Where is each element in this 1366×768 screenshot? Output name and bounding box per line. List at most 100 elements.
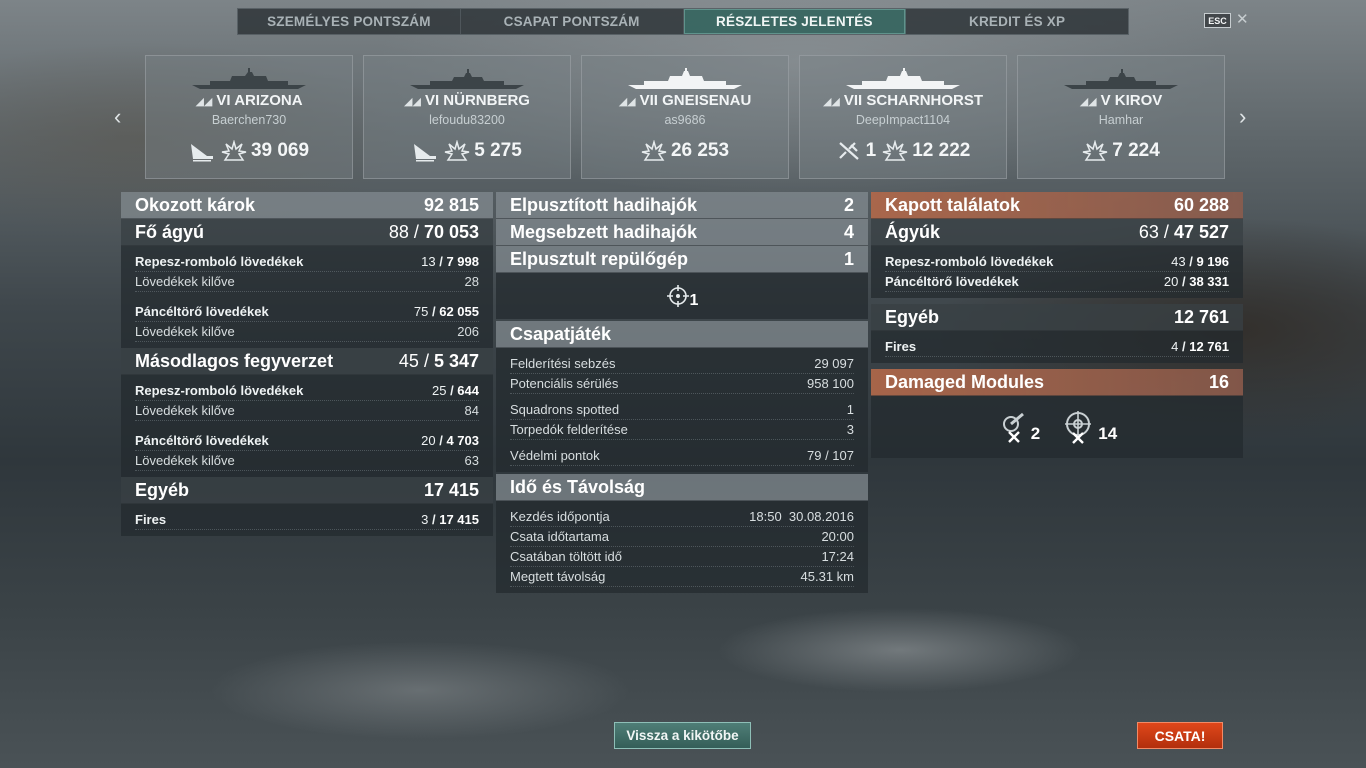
module-count: 2 bbox=[1030, 424, 1041, 443]
time-distance-header: Idő és Távolság bbox=[496, 474, 868, 501]
other-received-block: Fires 4 / 12 761 bbox=[871, 331, 1243, 363]
card-stats: 5 275 bbox=[364, 140, 570, 162]
ship-tier: V bbox=[1100, 92, 1111, 109]
player-name: Baerchen730 bbox=[211, 113, 287, 127]
ship-silhouette-icon bbox=[192, 68, 306, 89]
damage-value: 5 275 bbox=[474, 140, 522, 161]
explosion-icon bbox=[221, 140, 247, 161]
damage-received-panel: Kapott találatok 60 288 Ágyúk 63 / 47 52… bbox=[871, 192, 1243, 458]
explosion-icon bbox=[883, 140, 908, 161]
ship-name-text: ARIZONA bbox=[234, 92, 303, 109]
ships-destroyed-header: Elpusztított hadihajók 2 bbox=[496, 192, 868, 219]
damage-dealt-header: Okozott károk 92 815 bbox=[121, 192, 493, 219]
ship-silhouette-icon bbox=[846, 68, 960, 89]
damage-value: 7 224 bbox=[1112, 140, 1160, 161]
chevron-left-icon[interactable]: ‹ bbox=[114, 104, 121, 130]
steering-module-icon bbox=[1065, 411, 1092, 444]
stat-row: Páncéltörő lövedékek 20 / 38 331 bbox=[885, 272, 1229, 292]
damaged-modules-header: Damaged Modules 16 bbox=[871, 369, 1243, 396]
battle-button[interactable]: CSATA! bbox=[1137, 722, 1223, 749]
tab-team-score[interactable]: CSAPAT PONTSZÁM bbox=[461, 9, 684, 34]
damage-dealt-panel: Okozott károk 92 815 Fő ágyú 88 / 70 053… bbox=[121, 192, 493, 536]
stat-row: Megtett távolság 45.31 km bbox=[510, 567, 854, 587]
explosion-icon bbox=[1083, 140, 1108, 161]
kills-value: 1 bbox=[865, 140, 877, 161]
damage-value: 39 069 bbox=[250, 140, 310, 161]
ship-silhouette-icon bbox=[1064, 69, 1178, 89]
secondary-header: Másodlagos fegyverzet 45 / 5 347 bbox=[121, 348, 493, 375]
ship-card-list: ◢◢ VI ARIZONA Baerchen730 39 069 ◢◢ VI NÜR… bbox=[145, 55, 1225, 179]
ship-tier: VI bbox=[216, 92, 231, 109]
card-stats: 39 069 bbox=[146, 140, 352, 162]
tab-personal-score[interactable]: SZEMÉLYES PONTSZÁM bbox=[238, 9, 461, 34]
stat-row: Repesz-romboló lövedékek 43 / 9 196 bbox=[885, 252, 1229, 272]
ship-card[interactable]: ◢◢ VI NÜRNBERG lefoudu83200 5 275 bbox=[363, 55, 571, 179]
explosion-icon bbox=[445, 140, 470, 161]
ships-damaged-header: Megsebzett hadihajók 4 bbox=[496, 219, 868, 246]
ship-class-icon: ◢◢ bbox=[195, 96, 213, 108]
card-stats: 26 253 bbox=[582, 140, 788, 162]
other-received-header: Egyéb 12 761 bbox=[871, 304, 1243, 331]
plane-kill-icon bbox=[838, 142, 859, 160]
ship-class-icon: ◢◢ bbox=[1079, 96, 1097, 108]
ship-name: ◢◢ VII SCHARNHORST bbox=[800, 92, 1006, 109]
planes-destroyed-header: Elpusztult repülőgép 1 bbox=[496, 246, 868, 273]
planes-destroyed-block: 1 bbox=[496, 273, 868, 319]
module-count: 14 bbox=[1098, 424, 1118, 443]
damaged-modules-block: 2 14 bbox=[871, 396, 1243, 458]
back-to-port-button[interactable]: Vissza a kikötőbe bbox=[614, 722, 751, 749]
crosshair-count: 1 bbox=[689, 292, 699, 309]
stat-row: Lövedékek kilőve 28 bbox=[135, 272, 479, 292]
ship-card[interactable]: ◢◢ V KIROV Hamhar 7 224 bbox=[1017, 55, 1225, 179]
stat-row: Kezdés időpontja 18:50 30.08.2016 bbox=[510, 507, 854, 527]
stat-row: Védelmi pontok 79 / 107 bbox=[510, 446, 854, 466]
ship-card[interactable]: ◢◢ VII GNEISENAU as9686 26 253 bbox=[581, 55, 789, 179]
ship-name: ◢◢ VI ARIZONA bbox=[146, 92, 352, 109]
ship-class-icon: ◢◢ bbox=[618, 96, 636, 108]
main-battery-header: Fő ágyú 88 / 70 053 bbox=[121, 219, 493, 246]
other-damage-block: Fires 3 / 17 415 bbox=[121, 504, 493, 536]
guns-received-header: Ágyúk 63 / 47 527 bbox=[871, 219, 1243, 246]
chevron-right-icon[interactable]: › bbox=[1239, 104, 1246, 130]
player-name: Hamhar bbox=[1098, 113, 1144, 127]
ship-sunk-icon bbox=[190, 144, 213, 162]
esc-key-hint[interactable]: ESC bbox=[1204, 13, 1231, 28]
stat-row: Lövedékek kilőve 63 bbox=[135, 451, 479, 471]
stat-row: Felderítési sebzés 29 097 bbox=[510, 354, 854, 374]
ship-tier: VII bbox=[843, 92, 863, 109]
teamplay-header: Csapatjáték bbox=[496, 321, 868, 348]
stat-row: Fires 4 / 12 761 bbox=[885, 337, 1229, 357]
stat-row: Squadrons spotted 1 bbox=[510, 400, 854, 420]
ship-card[interactable]: ◢◢ VI ARIZONA Baerchen730 39 069 bbox=[145, 55, 353, 179]
close-icon[interactable]: ✕ bbox=[1236, 10, 1249, 28]
stat-row: Páncéltörő lövedékek 20 / 4 703 bbox=[135, 431, 479, 451]
ship-class-icon: ◢◢ bbox=[822, 96, 840, 108]
module-item: 2 bbox=[997, 410, 1040, 444]
teamplay-block: Felderítési sebzés 29 097 Potenciális sér… bbox=[496, 348, 868, 472]
ship-name-text: KIROV bbox=[1114, 92, 1163, 109]
stat-row: Repesz-romboló lövedékek 13 / 7 998 bbox=[135, 252, 479, 272]
player-name: as9686 bbox=[664, 113, 706, 127]
ship-name-text: SCHARNHORST bbox=[866, 92, 984, 109]
stat-row: Potenciális sérülés 958 100 bbox=[510, 374, 854, 394]
stat-row: Csata időtartama 20:00 bbox=[510, 527, 854, 547]
kills-teamplay-panel: Elpusztított hadihajók 2 Megsebzett hadi… bbox=[496, 192, 868, 593]
ship-class-icon: ◢◢ bbox=[404, 96, 421, 108]
stat-row: Csatában töltött idő 17:24 bbox=[510, 547, 854, 567]
tab-detailed-report[interactable]: RÉSZLETES JELENTÉS bbox=[683, 9, 907, 34]
secondary-block: Repesz-romboló lövedékek 25 / 644 Lövedé… bbox=[121, 375, 493, 477]
time-distance-block: Kezdés időpontja 18:50 30.08.2016 Csata i… bbox=[496, 501, 868, 593]
stat-row: Lövedékek kilőve 84 bbox=[135, 401, 479, 421]
report-tabs: SZEMÉLYES PONTSZÁM CSAPAT PONTSZÁM RÉSZL… bbox=[237, 8, 1129, 35]
stat-row: Lövedékek kilőve 206 bbox=[135, 322, 479, 342]
card-stats: 1 12 222 bbox=[800, 140, 1006, 162]
ship-name: ◢◢ VII GNEISENAU bbox=[582, 92, 788, 109]
hits-received-header: Kapott találatok 60 288 bbox=[871, 192, 1243, 219]
ship-sunk-icon bbox=[414, 144, 437, 162]
ship-name: ◢◢ VI NÜRNBERG bbox=[364, 92, 570, 109]
ship-name-text: GNEISENAU bbox=[662, 92, 752, 109]
tab-credits-xp[interactable]: KREDIT ÉS XP bbox=[906, 9, 1128, 34]
gun-module-icon bbox=[1002, 412, 1024, 443]
ship-card[interactable]: ◢◢ VII SCHARNHORST DeepImpact1104 1 12 22… bbox=[799, 55, 1007, 179]
ship-silhouette-icon bbox=[628, 68, 742, 89]
